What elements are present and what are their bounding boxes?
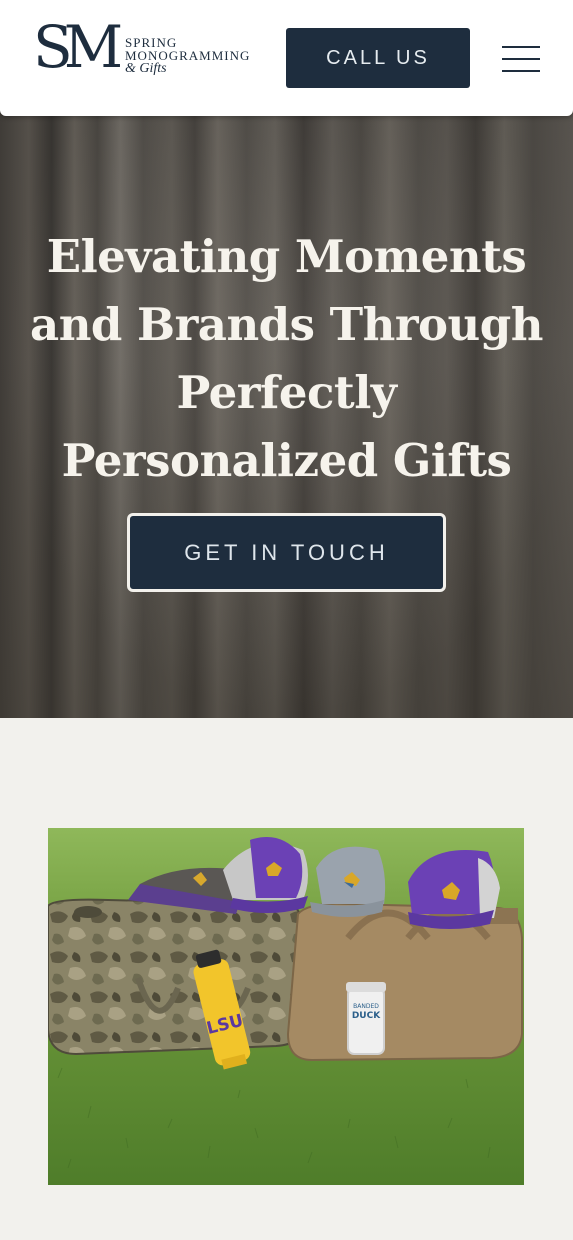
product-photo-illustration: LSU BANDED DUCK [48, 828, 524, 1185]
camo-duffel-bag [48, 898, 307, 1056]
logo-monogram: SM [33, 13, 123, 81]
white-tumbler: BANDED DUCK [346, 982, 386, 1055]
menu-bar [502, 46, 540, 48]
logo[interactable]: SM SPRING MONOGRAMMING & Gifts [33, 18, 253, 88]
menu-bar [502, 70, 540, 72]
tumbler-text-1: BANDED [353, 1003, 379, 1010]
hero-title: Elevating Moments and Brands Through Per… [30, 230, 543, 487]
tan-duffel-bag [286, 902, 523, 1062]
logo-wordmark: SPRING MONOGRAMMING & Gifts [125, 36, 250, 76]
site-header: SM SPRING MONOGRAMMING & Gifts CALL US [0, 0, 573, 116]
call-us-button[interactable]: CALL US [286, 28, 470, 88]
logo-line-gifts: & Gifts [125, 61, 167, 76]
hamburger-menu-icon[interactable] [502, 44, 540, 74]
menu-bar [502, 58, 540, 60]
get-in-touch-button[interactable]: GET IN TOUCH [127, 513, 446, 592]
product-photo: LSU BANDED DUCK [48, 828, 524, 1185]
tumbler-text-2: DUCK [352, 1011, 381, 1021]
